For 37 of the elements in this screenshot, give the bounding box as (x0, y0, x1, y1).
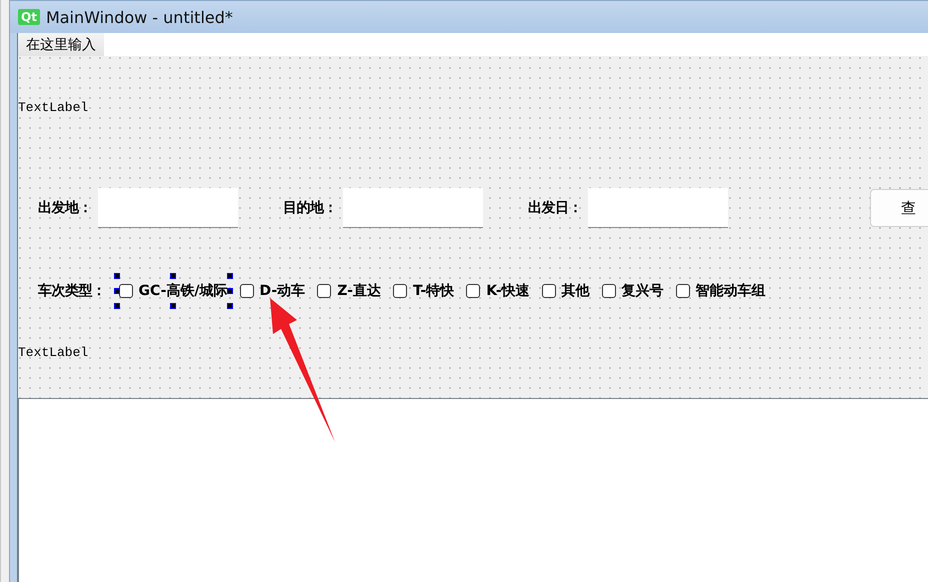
input-field[interactable] (343, 188, 483, 228)
checkbox[interactable] (118, 284, 132, 298)
resize-handle[interactable] (170, 303, 176, 309)
resize-handle[interactable] (114, 303, 120, 309)
checkbox[interactable] (602, 284, 616, 298)
resize-handle[interactable] (226, 288, 233, 294)
checkbox[interactable] (466, 284, 480, 298)
resize-handle[interactable] (226, 303, 233, 309)
checkbox[interactable] (317, 284, 332, 298)
text-label: TextLabel (18, 100, 88, 115)
checkbox[interactable] (240, 284, 254, 298)
checkbox[interactable] (392, 284, 407, 298)
menu-item[interactable]: 在这里输入 (18, 33, 104, 56)
checkbox-label: 复兴号 (622, 282, 664, 300)
resize-handle[interactable] (114, 288, 120, 294)
checkbox-label: T-特快 (412, 282, 454, 300)
checkbox-label: 其他 (562, 282, 590, 300)
checkbox[interactable] (676, 284, 690, 298)
query-button[interactable]: 查 (870, 189, 928, 227)
resize-handle[interactable] (114, 273, 120, 279)
app-logo: Qt (18, 9, 40, 25)
window-title: MainWindow - untitled* (46, 8, 233, 26)
field-label: 车次类型： (38, 282, 106, 300)
resize-handle[interactable] (170, 273, 176, 279)
checkbox-label: D-动车 (260, 282, 306, 300)
input-field[interactable] (98, 188, 238, 228)
text-label: TextLabel (18, 345, 88, 360)
resize-handle[interactable] (226, 273, 233, 279)
field-label: 目的地： (283, 199, 337, 217)
checkbox-label: K-快速 (486, 282, 530, 300)
input-field[interactable] (588, 188, 728, 228)
field-label: 出发地： (38, 199, 92, 217)
checkbox-label: Z-直达 (337, 282, 381, 300)
checkbox-label: GC-高铁/城际 (138, 282, 228, 300)
field-label: 出发日： (528, 199, 582, 217)
checkbox[interactable] (542, 284, 556, 298)
checkbox-label: 智能动车组 (696, 282, 766, 300)
